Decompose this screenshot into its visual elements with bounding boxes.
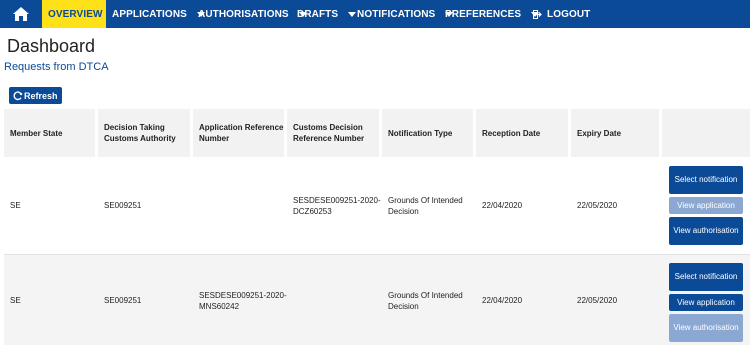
logout-icon [533,9,542,19]
select-notification-button[interactable]: Select notification [669,166,743,194]
nav-notifications[interactable]: NOTIFICATIONS [351,0,454,28]
column-header[interactable]: Reception Date [476,109,571,157]
column-header[interactable]: Application Reference Number [193,109,287,157]
page-title: Dashboard [7,36,96,56]
cell-expiry-date: 22/05/2020 [577,296,618,305]
column-header [662,109,750,157]
refresh-button-label: Refresh [24,90,58,101]
cell-expiry-date: 22/05/2020 [577,201,618,210]
cell-reception-date: 22/04/2020 [482,201,523,210]
cell-dtca: SE009251 [104,201,142,210]
nav-authorisations[interactable]: AUTHORISATIONS [192,0,307,28]
cell-reception-date: 22/04/2020 [482,296,523,305]
view-authorisation-button[interactable]: View authorisation [669,314,743,342]
cell-application-ref: SESDESE009251-2020-MNS60242 [199,290,287,311]
table-row: SE SE009251 SESDESE009251-2020-MNS60242 … [4,255,750,345]
nav-overview-label: OVERVIEW [48,8,103,20]
column-header[interactable]: Customs Decision Reference Number [287,109,382,157]
refresh-icon [13,90,23,100]
nav-overview[interactable]: OVERVIEW [42,0,121,28]
table-header: Member State Decision Taking Customs Aut… [4,109,750,157]
nav-preferences-label: PREFERENCES [445,8,522,20]
row-actions: Select notification View application Vie… [662,157,750,254]
cell-notification-type: Grounds Of Intended Decision [388,290,463,311]
column-header[interactable]: Expiry Date [571,109,662,157]
top-nav: OVERVIEW APPLICATIONS AUTHORISATIONS DRA… [0,0,750,28]
column-header[interactable]: Notification Type [382,109,476,157]
home-icon [13,7,29,21]
nav-applications-label: APPLICATIONS [112,8,187,20]
nav-preferences[interactable]: PREFERENCES [439,0,540,28]
nav-logout-label: LOGOUT [547,8,591,20]
nav-applications[interactable]: APPLICATIONS [106,0,205,28]
notifications-table: Member State Decision Taking Customs Aut… [4,109,750,345]
cell-decision-ref: SESDESE009251-2020-DCZ60253 [293,195,381,216]
page-subtitle: Requests from DTCA [4,61,109,73]
nav-logout[interactable]: LOGOUT [526,0,596,28]
nav-drafts-label: DRAFTS [297,8,339,20]
cell-member-state: SE [10,201,21,210]
refresh-button[interactable]: Refresh [9,87,62,104]
cell-decision-ref [287,255,382,345]
column-header[interactable]: Member State [4,109,98,157]
row-actions: Select notification View application Vie… [662,255,750,345]
cell-dtca: SE009251 [104,296,142,305]
cell-member-state: SE [10,296,21,305]
nav-notifications-label: NOTIFICATIONS [357,8,436,20]
column-header[interactable]: Decision Taking Customs Authority [98,109,193,157]
home-button[interactable] [0,0,42,28]
select-notification-button[interactable]: Select notification [669,263,743,291]
table-row: SE SE009251 SESDESE009251-2020-DCZ60253 … [4,157,750,255]
cell-application-ref [193,157,287,254]
view-authorisation-button[interactable]: View authorisation [669,217,743,245]
nav-drafts[interactable]: DRAFTS [291,0,357,28]
nav-authorisations-label: AUTHORISATIONS [198,8,289,20]
view-application-button[interactable]: View application [669,294,743,311]
cell-notification-type: Grounds Of Intended Decision [388,195,463,216]
view-application-button[interactable]: View application [669,197,743,214]
